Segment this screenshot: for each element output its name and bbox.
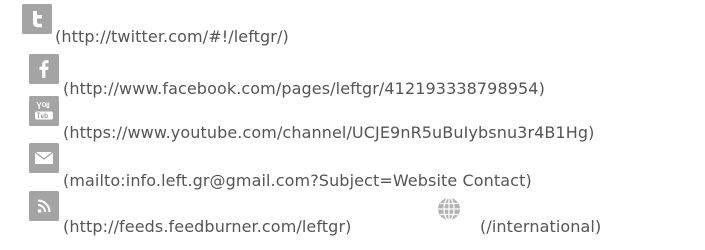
email-link[interactable]: (mailto:info.left.gr@gmail.com?Subject=W…	[63, 171, 532, 191]
rss-link[interactable]: (http://feeds.feedburner.com/leftgr)	[63, 217, 351, 237]
youtube-icon[interactable]	[29, 96, 59, 126]
international-link[interactable]: (/international)	[480, 217, 601, 237]
facebook-icon[interactable]	[29, 54, 59, 84]
mail-icon[interactable]	[29, 143, 59, 173]
youtube-link[interactable]: (https://www.youtube.com/channel/UCJE9nR…	[63, 123, 595, 143]
rss-icon[interactable]	[29, 191, 59, 221]
facebook-link[interactable]: (http://www.facebook.com/pages/leftgr/41…	[63, 79, 545, 99]
twitter-icon[interactable]	[22, 4, 52, 34]
globe-icon[interactable]	[429, 191, 469, 231]
twitter-link[interactable]: (http://twitter.com/#!/leftgr/)	[55, 27, 289, 47]
